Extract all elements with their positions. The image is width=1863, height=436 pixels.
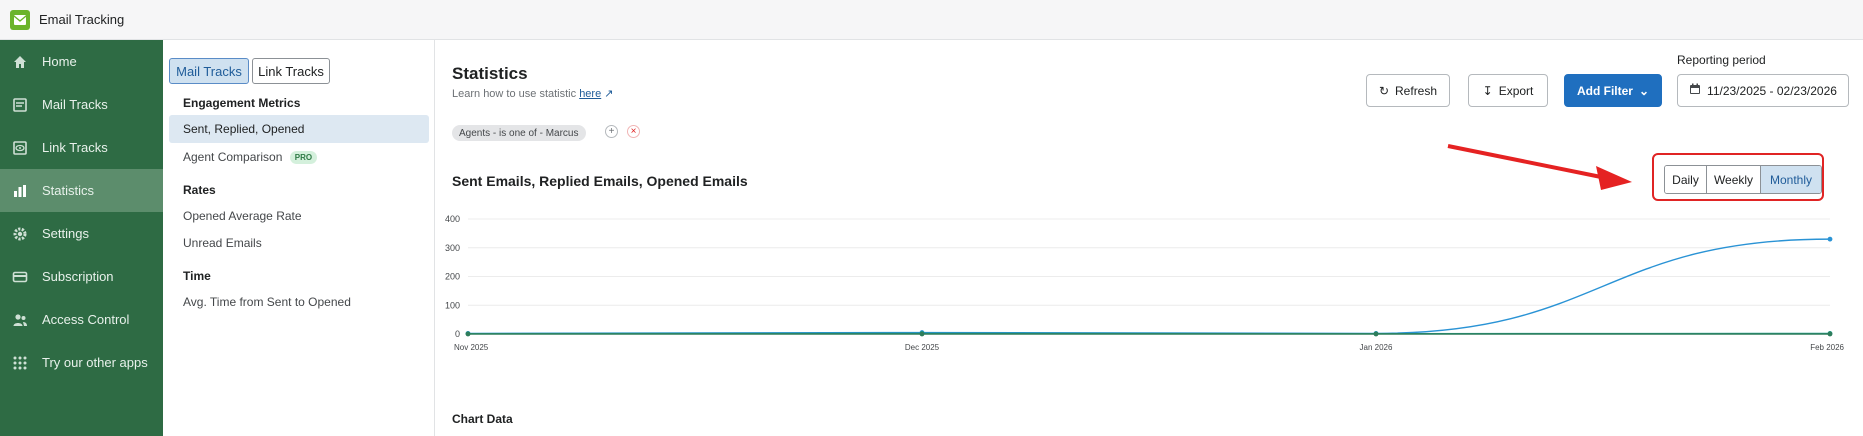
sidebar-item-subscription[interactable]: Subscription [0, 255, 163, 298]
sidebar-item-label: Settings [42, 226, 89, 241]
x-tick-label: Dec 2025 [905, 343, 940, 352]
card-icon [12, 269, 28, 285]
data-point [465, 331, 471, 337]
subnav-item-agent-comparison[interactable]: Agent Comparison PRO [183, 150, 318, 165]
sidebar-item-mail-tracks[interactable]: Mail Tracks [0, 83, 163, 126]
sidebar-item-home[interactable]: Home [0, 40, 163, 83]
y-tick-label: 100 [445, 300, 460, 310]
subnav-item-unread-emails[interactable]: Unread Emails [183, 236, 262, 250]
grid-icon [12, 355, 28, 371]
sidebar-item-label: Access Control [42, 312, 130, 327]
statistics-subnav: Mail Tracks Link Tracks Engagement Metri… [163, 40, 435, 436]
rates-heading: Rates [183, 183, 216, 197]
time-heading: Time [183, 269, 211, 283]
subnav-item-opened-average-rate[interactable]: Opened Average Rate [183, 209, 302, 223]
tab-mail-tracks[interactable]: Mail Tracks [169, 58, 249, 84]
mail-tracks-icon [12, 97, 28, 113]
x-tick-label: Jan 2026 [1360, 343, 1393, 352]
gear-icon [12, 226, 28, 242]
x-tick-label: Nov 2025 [454, 343, 489, 352]
data-point [1373, 331, 1379, 337]
sidebar-item-label: Try our other apps [42, 355, 148, 370]
tab-link-tracks[interactable]: Link Tracks [252, 58, 330, 84]
subnav-item-sent-replied-opened[interactable]: Sent, Replied, Opened [183, 122, 304, 136]
sidebar-item-label: Link Tracks [42, 140, 108, 155]
statistics-line-chart: 0 100 200 300 400 Nov 2025 Dec 2025 Jan 2026 Feb… [445, 214, 1845, 352]
app-title: Email Tracking [39, 12, 125, 27]
sidebar-item-settings[interactable]: Settings [0, 212, 163, 255]
sidebar-item-link-tracks[interactable]: Link Tracks [0, 126, 163, 169]
y-tick-label: 200 [445, 272, 460, 282]
sidebar-item-label: Home [42, 54, 77, 69]
statistics-icon [12, 183, 28, 199]
app-logo-icon [10, 9, 30, 30]
x-tick-label: Feb 2026 [1810, 343, 1844, 352]
data-point [919, 331, 925, 337]
y-tick-label: 0 [455, 329, 460, 339]
data-point [1827, 331, 1833, 337]
sidebar-item-other-apps[interactable]: Try our other apps [0, 341, 163, 384]
link-tracks-icon [12, 140, 28, 156]
sidebar-item-access-control[interactable]: Access Control [0, 298, 163, 341]
sidebar-item-statistics[interactable]: Statistics [0, 169, 163, 212]
sidebar-item-label: Subscription [42, 269, 114, 284]
sidebar-item-label: Mail Tracks [42, 97, 108, 112]
data-point [1827, 236, 1833, 242]
home-icon [12, 54, 28, 70]
sidebar: Home Mail Tracks Link Tracks Statistics … [0, 40, 163, 436]
series-line [467, 238, 1831, 335]
y-tick-label: 300 [445, 243, 460, 253]
engagement-metrics-heading: Engagement Metrics [183, 96, 301, 110]
sidebar-item-label: Statistics [42, 183, 95, 198]
top-bar: Email Tracking [0, 0, 1863, 40]
main-content: Statistics Learn how to use statistic he… [436, 40, 1863, 436]
users-icon [12, 312, 28, 328]
y-tick-label: 400 [445, 214, 460, 224]
subnav-item-avg-time[interactable]: Avg. Time from Sent to Opened [183, 295, 351, 309]
chart-data-heading: Chart Data [452, 412, 513, 426]
agent-comparison-label: Agent Comparison [183, 150, 283, 164]
pro-badge: PRO [289, 151, 318, 165]
